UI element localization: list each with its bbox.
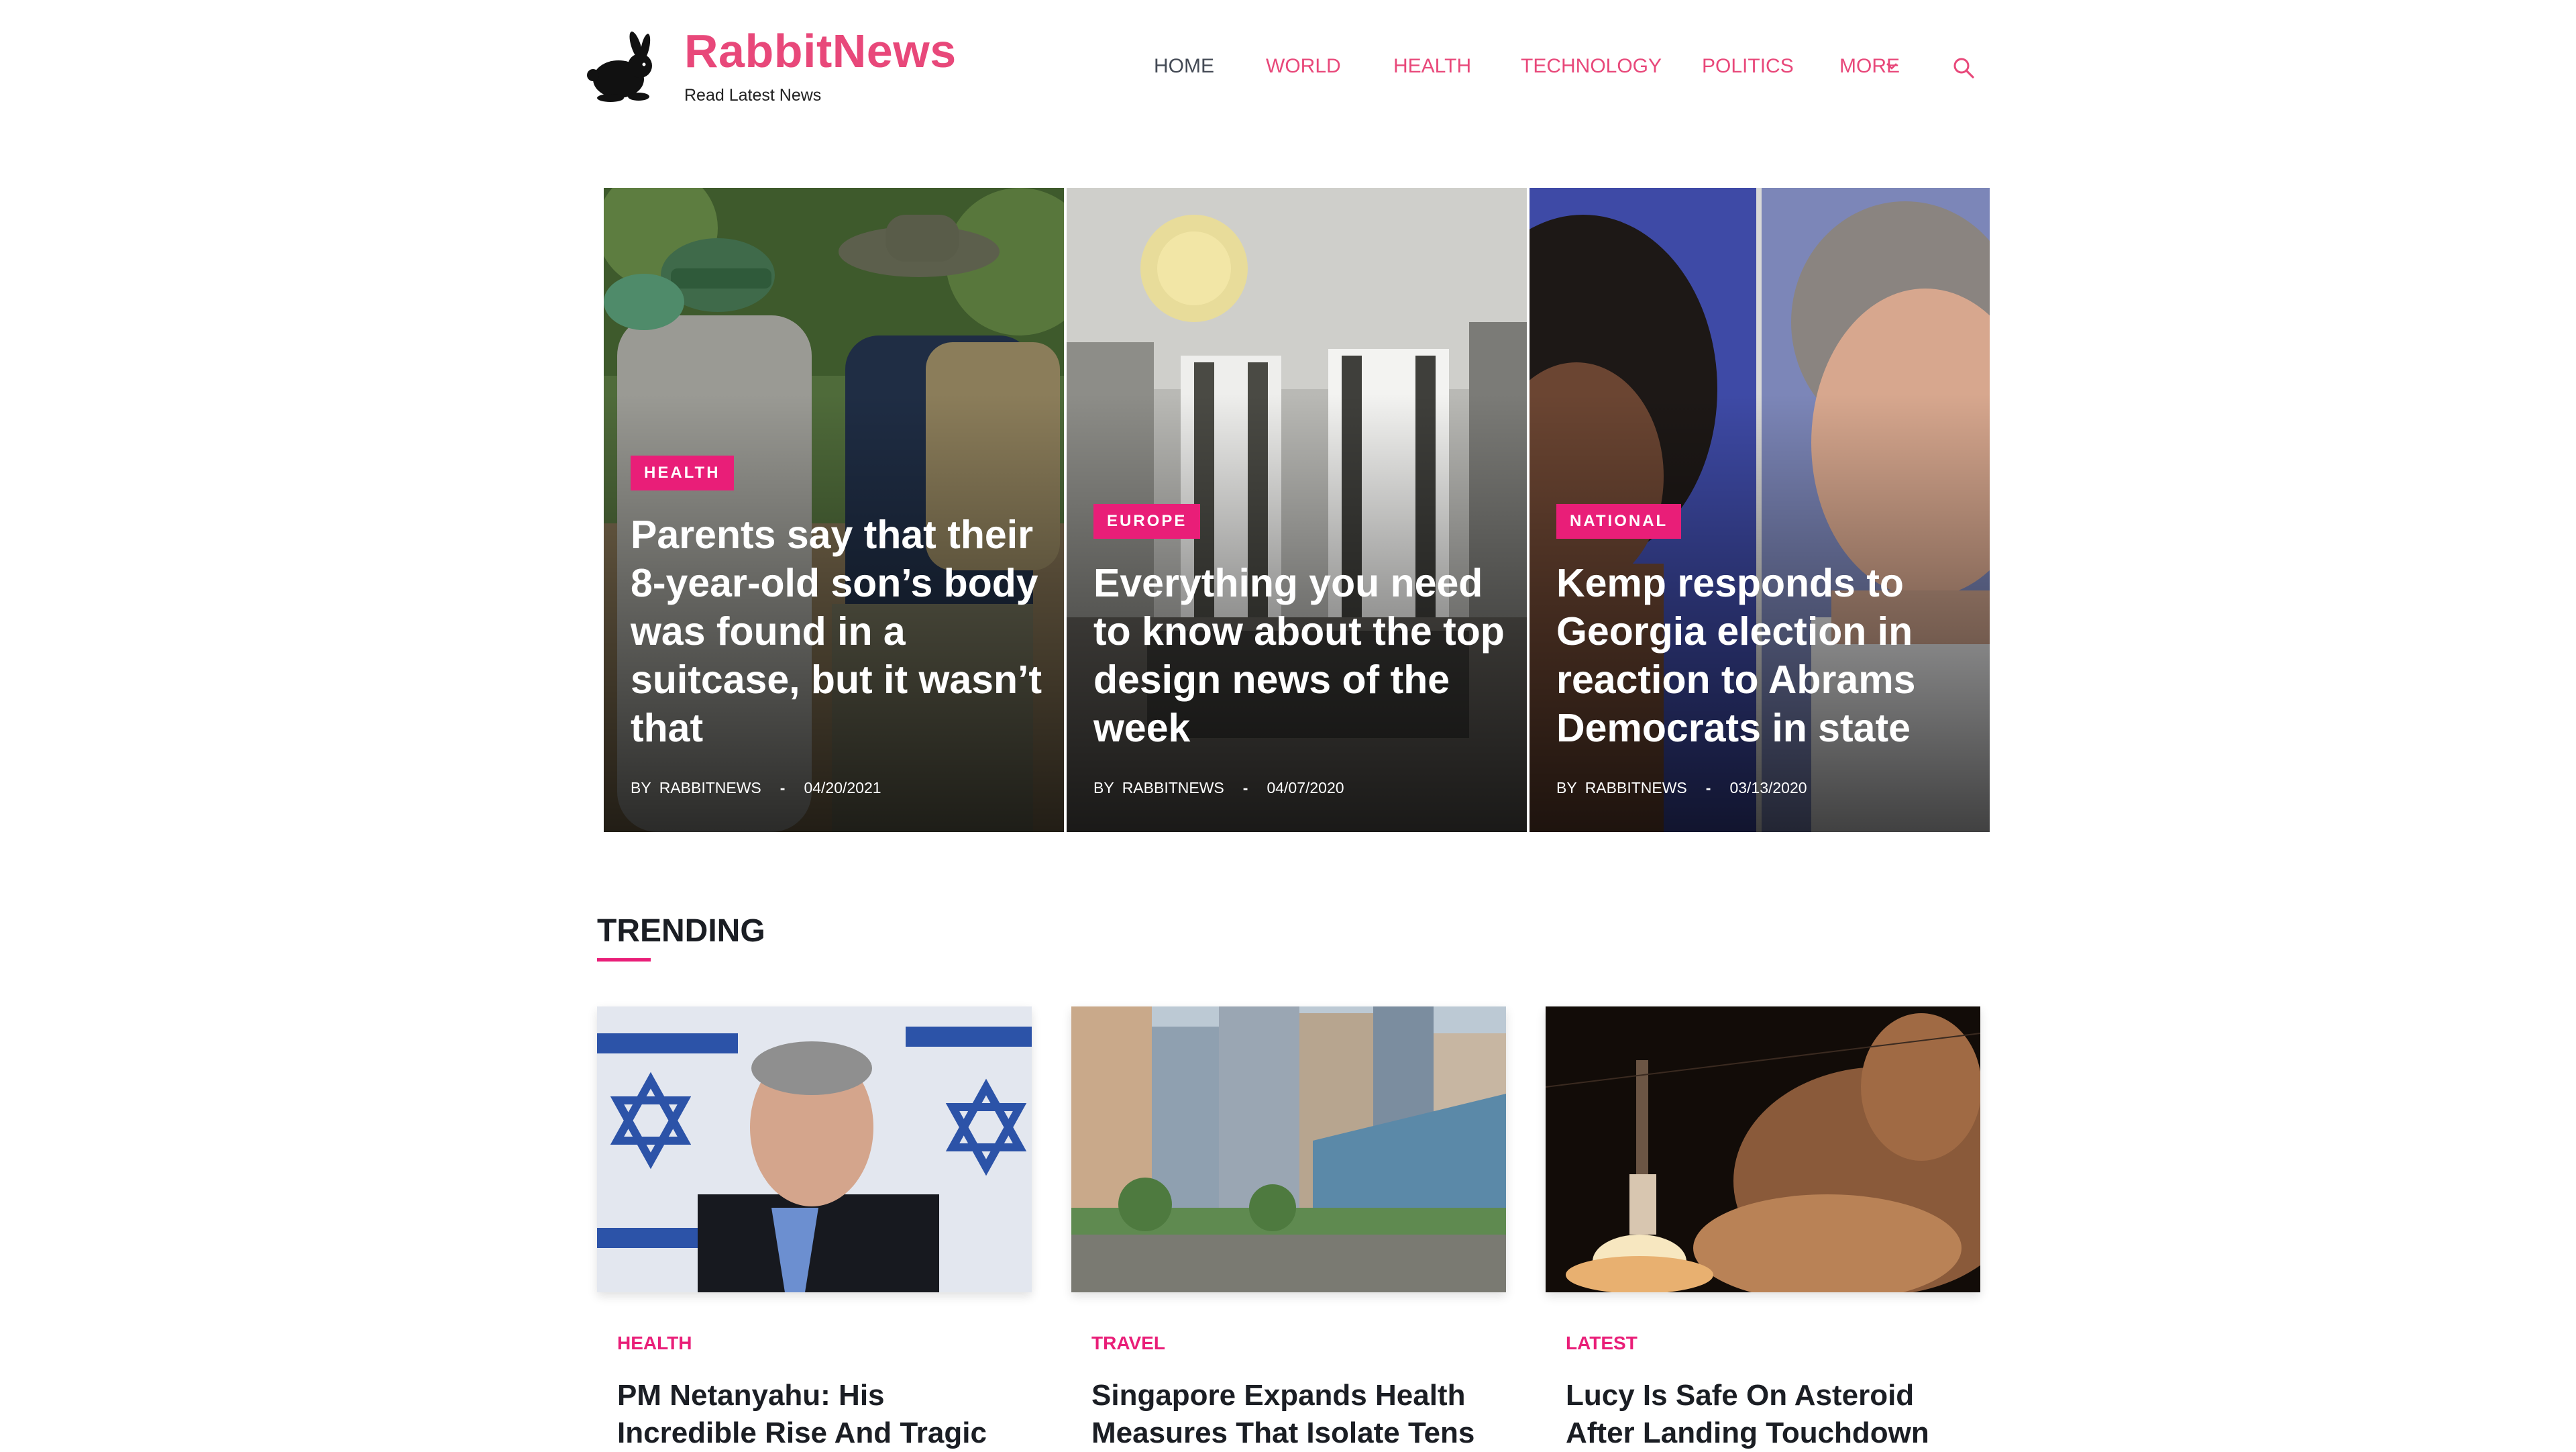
- post-date: 04/20/2021: [804, 779, 881, 796]
- meta-separator: -: [780, 779, 786, 796]
- byline-prefix: BY: [631, 779, 651, 796]
- author-link[interactable]: RABBITNEWS: [1122, 779, 1224, 796]
- category-badge[interactable]: HEALTH: [631, 456, 734, 490]
- hero-title[interactable]: Everything you need to know about the to…: [1093, 559, 1507, 752]
- trending-image-2[interactable]: [1071, 1006, 1506, 1292]
- nav-politics[interactable]: POLITICS: [1702, 55, 1794, 78]
- site-title[interactable]: RabbitNews: [684, 24, 957, 78]
- hero-card-3[interactable]: NATIONAL Kemp responds to Georgia electi…: [1529, 188, 1990, 832]
- post-date: 04/07/2020: [1267, 779, 1344, 796]
- trending-category[interactable]: TRAVEL: [1091, 1333, 1165, 1354]
- hero-card-2[interactable]: EUROPE Everything you need to know about…: [1067, 188, 1527, 832]
- post-meta: BY RABBITNEWS - 03/13/2020: [1556, 779, 1970, 797]
- nav-world[interactable]: WORLD: [1266, 55, 1341, 78]
- category-badge[interactable]: NATIONAL: [1556, 504, 1682, 539]
- trending-category[interactable]: LATEST: [1566, 1333, 1638, 1354]
- trending-title[interactable]: Lucy Is Safe On Asteroid After Landing T…: [1566, 1377, 1968, 1452]
- author-link[interactable]: RABBITNEWS: [659, 779, 761, 796]
- trending-card-1: HEALTH PM Netanyahu: His Incredible Rise…: [597, 1006, 1032, 1449]
- byline-prefix: BY: [1093, 779, 1114, 796]
- category-badge[interactable]: EUROPE: [1093, 504, 1201, 539]
- nav-health[interactable]: HEALTH: [1393, 55, 1471, 78]
- hero-title[interactable]: Parents say that their 8-year-old son’s …: [631, 511, 1044, 752]
- meta-separator: -: [1242, 779, 1248, 796]
- chevron-down-icon[interactable]: [1885, 62, 1898, 71]
- trending-title[interactable]: PM Netanyahu: His Incredible Rise And Tr…: [617, 1377, 1020, 1452]
- hero-card-1[interactable]: HEALTH Parents say that their 8-year-old…: [604, 188, 1064, 832]
- author-link[interactable]: RABBITNEWS: [1585, 779, 1687, 796]
- post-meta: BY RABBITNEWS - 04/20/2021: [631, 779, 1044, 797]
- trending-card-2: TRAVEL Singapore Expands Health Measures…: [1071, 1006, 1506, 1449]
- netanyahu-photo: [597, 1006, 1032, 1292]
- trending-title[interactable]: Singapore Expands Health Measures That I…: [1091, 1377, 1494, 1452]
- singapore-city-photo: [1071, 1006, 1506, 1292]
- nav-home[interactable]: HOME: [1154, 55, 1214, 78]
- rabbit-logo-icon[interactable]: [584, 31, 659, 103]
- trending-heading: TRENDING: [597, 913, 765, 949]
- hero-title[interactable]: Kemp responds to Georgia election in rea…: [1556, 559, 1970, 752]
- trending-card-3: LATEST Lucy Is Safe On Asteroid After La…: [1546, 1006, 1980, 1449]
- site-tagline: Read Latest News: [684, 86, 822, 105]
- post-meta: BY RABBITNEWS - 04/07/2020: [1093, 779, 1507, 797]
- site-header: RabbitNews Read Latest News HOME WORLD H…: [0, 0, 2576, 134]
- heading-underline: [597, 958, 651, 962]
- trending-image-1[interactable]: [597, 1006, 1032, 1292]
- trending-category[interactable]: HEALTH: [617, 1333, 692, 1354]
- meta-separator: -: [1705, 779, 1711, 796]
- byline-prefix: BY: [1556, 779, 1577, 796]
- rocket-launch-photo: [1546, 1006, 1980, 1292]
- search-icon[interactable]: [1952, 56, 1975, 79]
- post-date: 03/13/2020: [1729, 779, 1807, 796]
- trending-image-3[interactable]: [1546, 1006, 1980, 1292]
- nav-technology[interactable]: TECHNOLOGY: [1521, 55, 1662, 78]
